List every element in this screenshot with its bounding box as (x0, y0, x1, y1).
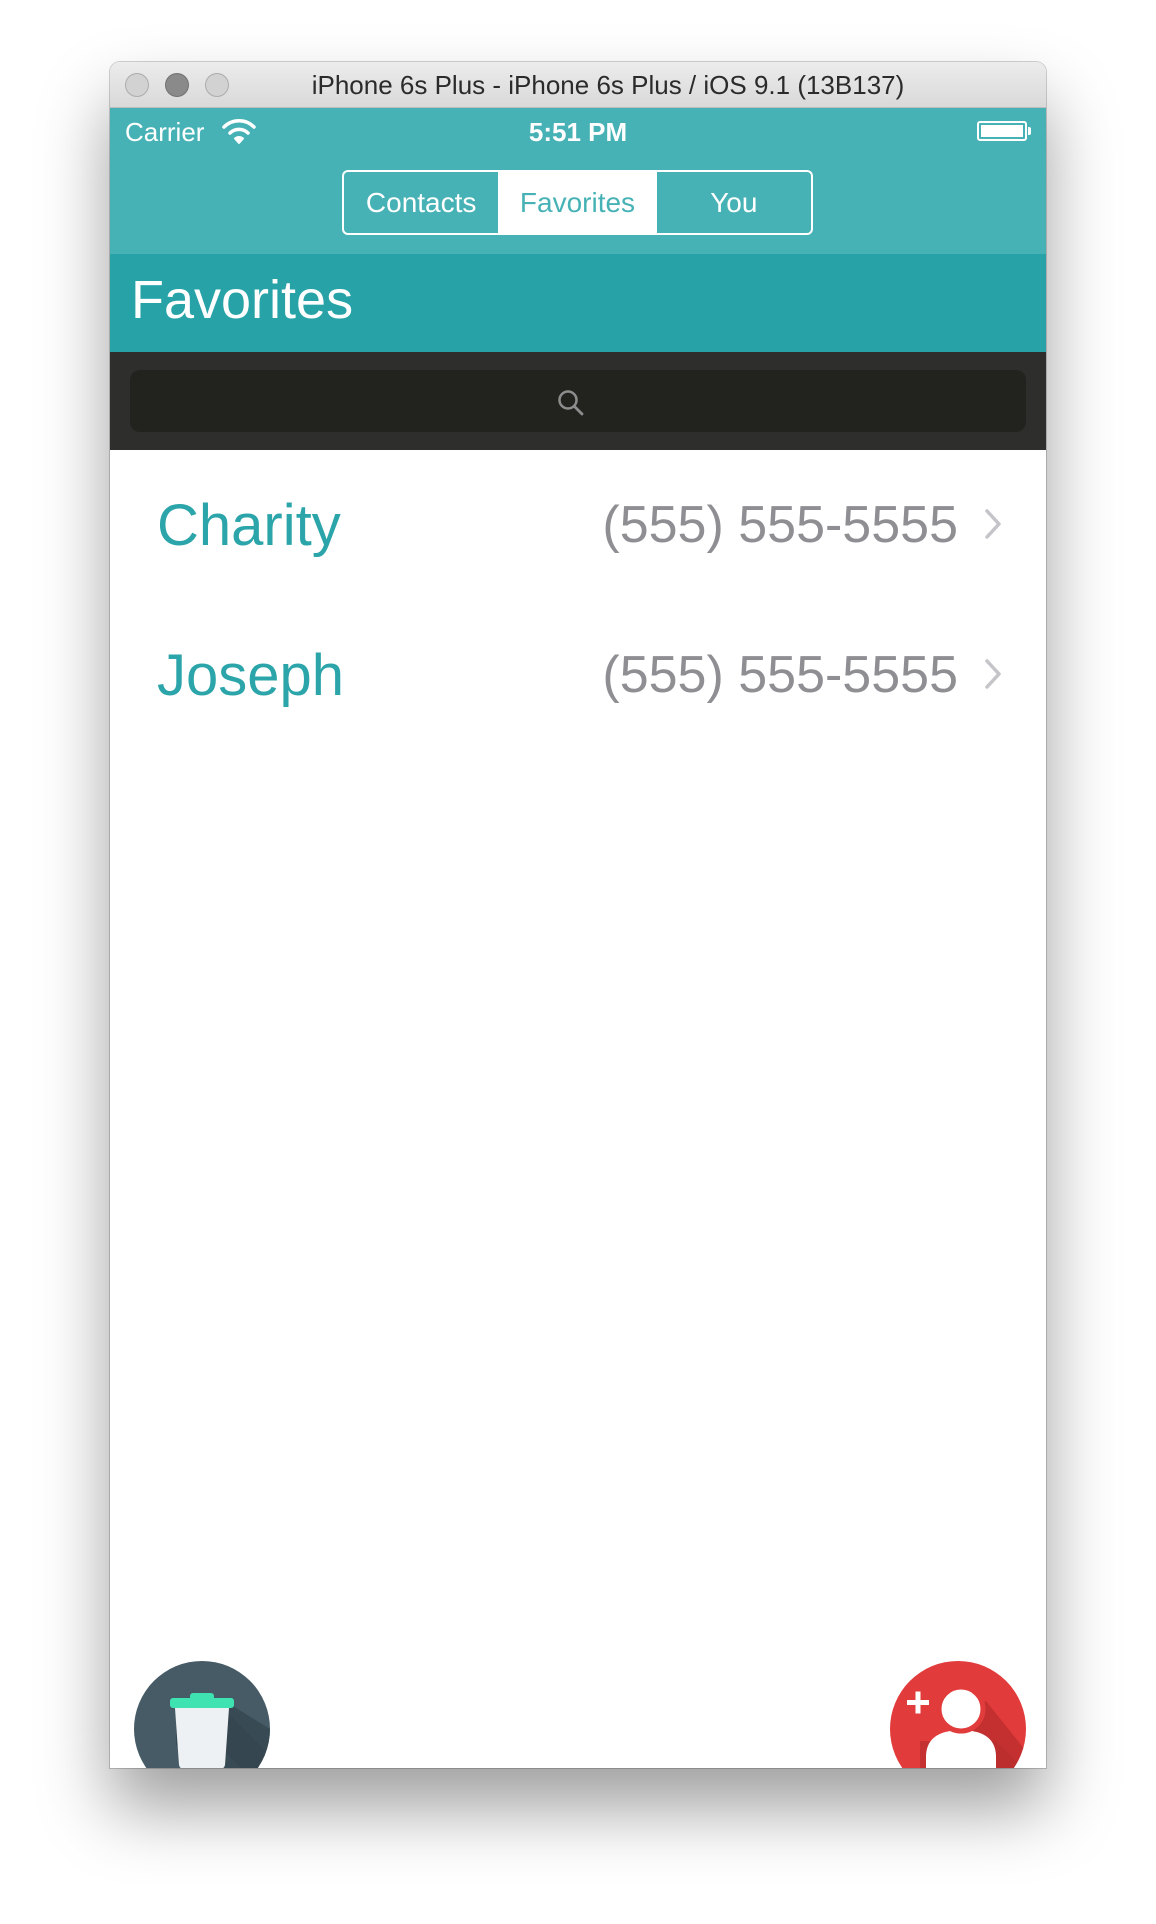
phone-screen: Carrier 5:51 PM Contacts Favorites You F… (110, 108, 1046, 1768)
screenshot-stage: iPhone 6s Plus - iPhone 6s Plus / iOS 9.… (0, 0, 1156, 1924)
chevron-right-icon (985, 659, 1001, 689)
tab-you[interactable]: You (657, 172, 811, 233)
add-contact-icon (907, 1684, 1026, 1768)
page-title: Favorites (131, 270, 354, 330)
status-bar: Carrier 5:51 PM (110, 108, 1046, 158)
battery-fill (981, 125, 1023, 137)
page-header: Favorites (110, 254, 1046, 352)
tab-contacts[interactable]: Contacts (344, 172, 501, 233)
battery-tip (1028, 127, 1031, 135)
window-title: iPhone 6s Plus - iPhone 6s Plus / iOS 9.… (311, 70, 905, 100)
battery-icon (977, 121, 1027, 141)
contact-phone: (555) 555-5555 (602, 646, 958, 704)
search-bar (110, 352, 1046, 450)
contact-name: Charity (157, 493, 341, 558)
trash-icon (170, 1693, 270, 1768)
add-contact-button[interactable] (890, 1661, 1026, 1768)
window-titlebar[interactable]: iPhone 6s Plus - iPhone 6s Plus / iOS 9.… (110, 62, 1046, 108)
tab-segmented-control: Contacts Favorites You (342, 170, 813, 235)
chevron-right-icon (985, 509, 1001, 539)
favorites-list: Charity (555) 555-5555 Joseph (555) 555-… (110, 450, 1046, 750)
tab-favorites[interactable]: Favorites (500, 172, 657, 233)
status-time: 5:51 PM (528, 117, 628, 147)
list-item[interactable]: Charity (555) 555-5555 (110, 450, 1046, 600)
simulator-window: iPhone 6s Plus - iPhone 6s Plus / iOS 9.… (110, 62, 1046, 1768)
contact-name: Joseph (157, 643, 345, 708)
search-input[interactable] (130, 370, 1026, 432)
contact-phone: (555) 555-5555 (602, 496, 958, 554)
delete-button[interactable] (134, 1661, 270, 1768)
list-item[interactable]: Joseph (555) 555-5555 (110, 600, 1046, 750)
navigation-bar: Carrier 5:51 PM Contacts Favorites You (110, 108, 1046, 254)
